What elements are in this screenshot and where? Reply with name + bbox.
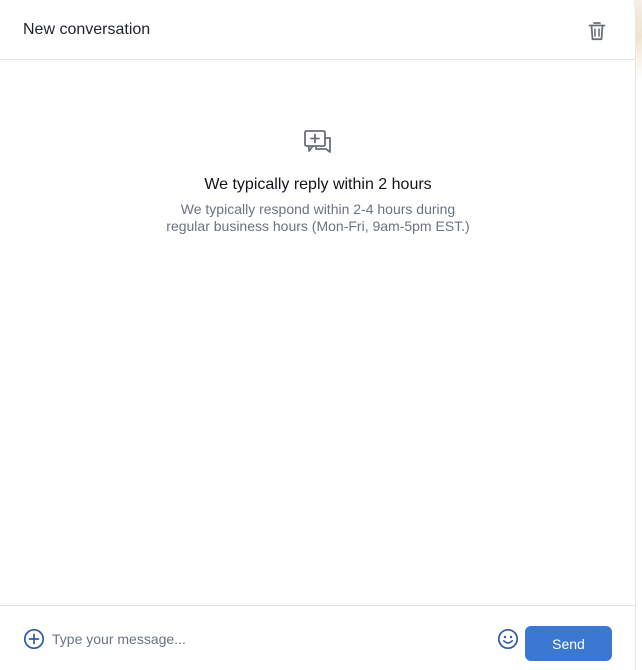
conversation-header: New conversation [0, 0, 635, 60]
conversation-title: New conversation [23, 21, 151, 38]
empty-state: We typically reply within 2 hours We typ… [0, 128, 635, 235]
empty-state-description: We typically respond within 2-4 hours du… [166, 201, 470, 234]
smiley-icon [497, 628, 519, 650]
plus-circle-icon [23, 628, 45, 650]
delete-conversation-button[interactable] [584, 18, 610, 44]
attach-button[interactable] [23, 628, 45, 650]
add-chat-icon [304, 130, 331, 153]
emoji-button[interactable] [497, 628, 519, 650]
trash-icon [588, 22, 606, 41]
send-button[interactable]: Send [525, 626, 612, 661]
conversation-panel: New conversation We typically reply with… [0, 0, 636, 670]
message-composer: Send [0, 605, 635, 670]
message-input[interactable] [52, 627, 482, 651]
empty-state-title: We typically reply within 2 hours [204, 176, 432, 193]
